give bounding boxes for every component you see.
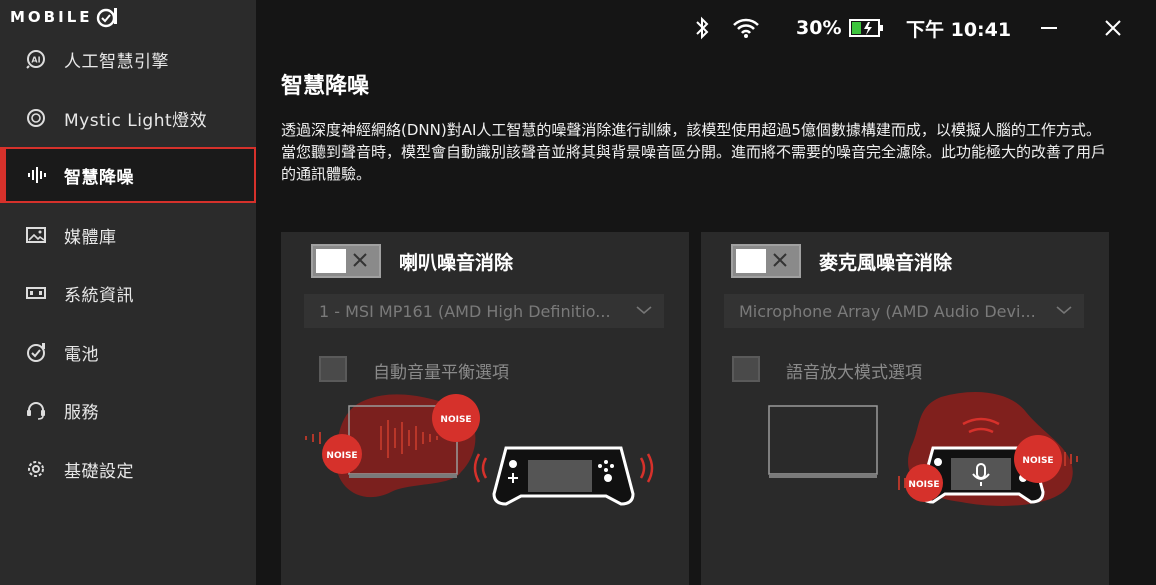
app-logo: MOBILE — [10, 6, 119, 28]
page-title: 智慧降噪 — [281, 74, 370, 99]
mic-noise-toggle[interactable] — [731, 244, 801, 278]
bluetooth-icon[interactable] — [692, 10, 712, 46]
minimize-icon — [1041, 27, 1057, 29]
sidebar-item-label: 人工智慧引擎 — [64, 51, 169, 72]
toggle-knob — [316, 249, 346, 273]
battery-check-icon — [24, 340, 48, 364]
media-image-icon — [24, 223, 48, 247]
voice-amplify-label: 語音放大模式選項 — [786, 363, 922, 383]
headset-service-icon — [24, 398, 48, 422]
speaker-noise-panel: 喇叭噪音消除 1 - MSI MP161 (AMD High Definitio… — [281, 232, 689, 585]
battery-status[interactable]: 30% — [796, 10, 885, 46]
sidebar-item-label: 電池 — [64, 344, 99, 365]
sidebar-item-label: 媒體庫 — [64, 227, 117, 248]
sidebar: MOBILE AI 人工智慧引擎 Mystic Light燈效 智慧降噪 媒體庫 — [0, 0, 256, 585]
sidebar-item-service[interactable]: 服務 — [0, 382, 256, 438]
noise-label: NOISE — [440, 415, 471, 425]
auto-volume-label: 自動音量平衡選項 — [373, 363, 509, 383]
sidebar-item-system-info[interactable]: 系統資訊 — [0, 265, 256, 321]
noise-label: NOISE — [1022, 456, 1053, 466]
speaker-device-value: 1 - MSI MP161 (AMD High Definitio... — [319, 301, 611, 321]
noise-label: NOISE — [326, 451, 357, 461]
toggle-knob — [736, 249, 766, 273]
speaker-noise-toggle[interactable] — [311, 244, 381, 278]
svg-text:AI: AI — [31, 56, 40, 65]
chevron-down-icon — [1056, 306, 1072, 315]
close-icon — [1105, 20, 1121, 36]
clock: 下午 10:41 — [906, 10, 1011, 46]
toggle-off-icon — [353, 253, 367, 267]
battery-charging-icon — [849, 19, 884, 37]
voice-amplify-checkbox[interactable] — [732, 356, 760, 382]
noise-label: NOISE — [908, 480, 939, 490]
page-description: 透過深度神經網絡(DNN)對AI人工智慧的噪聲消除進行訓練，該模型使用超過5億個… — [281, 121, 1107, 183]
speaker-panel-title: 喇叭噪音消除 — [399, 251, 514, 274]
speaker-device-select[interactable]: 1 - MSI MP161 (AMD High Definitio... — [304, 294, 664, 328]
sidebar-item-label: 智慧降噪 — [64, 167, 134, 188]
mic-device-value: Microphone Array (AMD Audio Devi... — [739, 301, 1036, 321]
system-info-icon — [24, 281, 48, 305]
sidebar-item-label: 基礎設定 — [64, 461, 134, 482]
speaker-noise-illustration: NOISE NOISE — [305, 394, 654, 506]
sidebar-item-label: Mystic Light燈效 — [64, 110, 208, 131]
mic-device-select[interactable]: Microphone Array (AMD Audio Devi... — [724, 294, 1084, 328]
clock-time: 下午 10:41 — [906, 18, 1012, 41]
wifi-icon[interactable] — [732, 10, 760, 46]
gear-icon — [24, 457, 48, 481]
minimize-button[interactable] — [1038, 10, 1060, 46]
close-button[interactable] — [1102, 10, 1124, 46]
mic-panel-title: 麥克風噪音消除 — [819, 251, 953, 274]
sidebar-item-battery[interactable]: 電池 — [0, 324, 256, 380]
battery-percent: 30% — [796, 17, 842, 39]
noise-wave-icon — [26, 163, 50, 187]
ai-chip-icon: AI — [24, 47, 48, 71]
sidebar-item-noise-cancel[interactable]: 智慧降噪 — [0, 147, 256, 203]
mystic-light-icon — [24, 106, 48, 130]
auto-volume-checkbox[interactable] — [319, 356, 347, 382]
logo-text: MOBILE — [10, 8, 93, 26]
sidebar-item-label: 系統資訊 — [64, 285, 134, 306]
logo-mark-icon — [96, 8, 117, 28]
mic-noise-illustration: NOISE NOISE — [768, 392, 1078, 506]
sidebar-item-ai-engine[interactable]: AI 人工智慧引擎 — [0, 31, 256, 87]
mic-noise-panel: 麥克風噪音消除 Microphone Array (AMD Audio Devi… — [701, 232, 1109, 585]
sidebar-item-media[interactable]: 媒體庫 — [0, 207, 256, 263]
sidebar-item-mystic-light[interactable]: Mystic Light燈效 — [0, 90, 256, 146]
toggle-off-icon — [773, 253, 787, 267]
sidebar-item-label: 服務 — [64, 402, 99, 423]
sidebar-item-settings[interactable]: 基礎設定 — [0, 441, 256, 497]
chevron-down-icon — [636, 306, 652, 315]
